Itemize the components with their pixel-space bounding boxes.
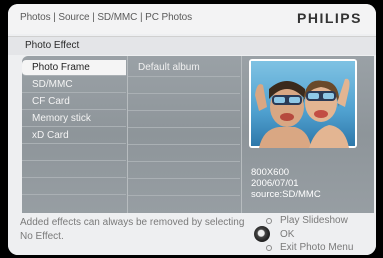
photo-info: 800X600 2006/07/01 source:SD/MMC bbox=[251, 167, 321, 200]
ok-label[interactable]: OK bbox=[280, 229, 294, 240]
play-slideshow-label[interactable]: Play Slideshow bbox=[280, 215, 348, 226]
source-menu: Photo Frame SD/MMC CF Card Memory stick … bbox=[22, 56, 126, 213]
nav-down-icon bbox=[266, 245, 272, 251]
album-row-empty bbox=[128, 145, 240, 162]
menu-item-empty bbox=[22, 162, 126, 178]
help-text-line: No Effect. bbox=[20, 231, 64, 242]
album-list: Default album bbox=[128, 56, 240, 213]
menu-item-memory-stick[interactable]: Memory stick bbox=[22, 111, 126, 127]
menu-item-empty bbox=[22, 145, 126, 161]
photo-thumbnail[interactable] bbox=[249, 59, 357, 148]
album-row-empty bbox=[128, 162, 240, 179]
menu-item-empty bbox=[22, 179, 126, 195]
album-row-empty bbox=[128, 128, 240, 145]
album-label: Default album bbox=[138, 62, 200, 73]
title-row: Photo Effect bbox=[8, 36, 376, 55]
brand-logo: PHILIPS bbox=[297, 10, 362, 26]
column-divider bbox=[241, 56, 242, 213]
album-row[interactable]: Default album bbox=[128, 60, 240, 77]
album-row-empty bbox=[128, 77, 240, 94]
help-text-line: Added effects can always be removed by s… bbox=[20, 217, 245, 228]
page-title: Photo Effect bbox=[25, 40, 80, 51]
album-row-empty bbox=[128, 111, 240, 128]
album-row-empty bbox=[128, 94, 240, 111]
ok-button-icon[interactable] bbox=[254, 226, 270, 242]
nav-up-icon bbox=[266, 218, 272, 224]
screen-frame: Photos | Source | SD/MMC | PC Photos PHI… bbox=[8, 4, 376, 255]
menu-item-sd-mmc[interactable]: SD/MMC bbox=[22, 77, 126, 93]
breadcrumb: Photos | Source | SD/MMC | PC Photos bbox=[20, 12, 193, 23]
photo-resolution: 800X600 bbox=[251, 167, 290, 178]
photo-date: 2006/07/01 bbox=[251, 178, 299, 189]
menu-item-photo-frame[interactable]: Photo Frame bbox=[22, 60, 126, 76]
help-text: Added effects can always be removed by s… bbox=[20, 216, 250, 244]
menu-item-xd-card[interactable]: xD Card bbox=[22, 128, 126, 144]
footer-bar: Added effects can always be removed by s… bbox=[8, 213, 376, 255]
photo-source: source:SD/MMC bbox=[251, 189, 321, 200]
top-bar: Photos | Source | SD/MMC | PC Photos PHI… bbox=[8, 4, 376, 34]
photo-image bbox=[251, 61, 355, 148]
exit-photo-menu-label[interactable]: Exit Photo Menu bbox=[280, 242, 353, 253]
menu-item-cf-card[interactable]: CF Card bbox=[22, 94, 126, 110]
album-row-empty bbox=[128, 179, 240, 196]
